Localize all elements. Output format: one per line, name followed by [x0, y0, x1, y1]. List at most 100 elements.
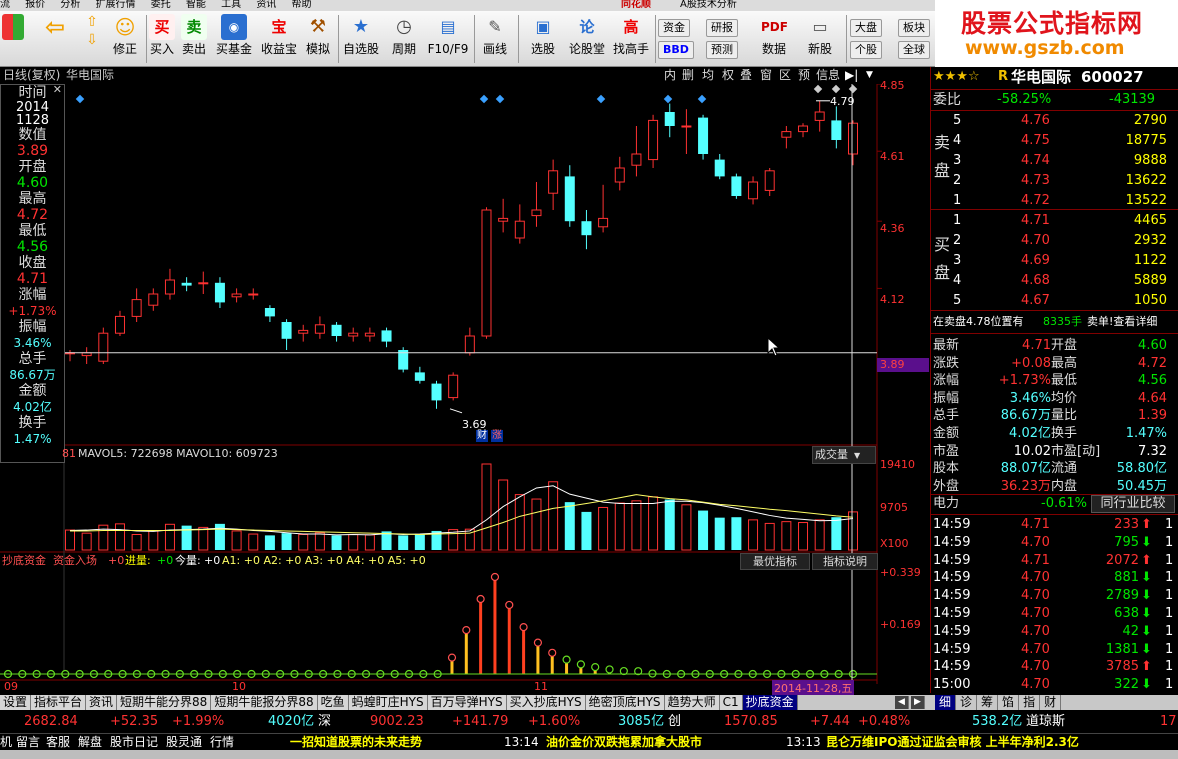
news-headline[interactable]: 油价金价双跌拖累加拿大股市 — [546, 734, 702, 751]
f10-button[interactable]: ▤ F10/F9 — [426, 13, 470, 65]
back-button[interactable]: ⇦ — [38, 13, 72, 65]
tick-row[interactable]: 14:59 4.70 795 ⬇ 1 — [931, 534, 1178, 552]
tab-indicator[interactable]: 买入抄底HYS — [506, 695, 586, 710]
ask-row[interactable]: 1 4.72 13522 — [931, 192, 1178, 210]
fund-flow-button[interactable]: 资金 — [658, 19, 690, 37]
menu-item[interactable]: 帮助 — [292, 0, 312, 10]
watchlist-button[interactable]: ★ 自选股 — [340, 13, 382, 65]
bid-row[interactable]: 1 4.71 4465 — [931, 212, 1178, 230]
tick-row[interactable]: 14:59 4.70 638 ⬇ 1 — [931, 605, 1178, 623]
chart-btn-inner[interactable]: 内 — [664, 67, 676, 84]
bid-row[interactable]: 4 4.68 5889 — [931, 272, 1178, 290]
bid-row[interactable]: 3 4.69 1122 — [931, 252, 1178, 270]
new-stock-button[interactable]: ▭ 新股 — [802, 13, 838, 65]
data-button[interactable]: PDF 数据 — [756, 13, 792, 65]
dropdown-arrow-icon[interactable]: ▼ — [866, 67, 873, 84]
industry-compare-button[interactable]: 同行业比较 — [1091, 495, 1175, 513]
big-order-notice[interactable]: 在卖盘4.78位置有 8335手 卖单!查看详细 — [931, 313, 1178, 331]
status-item[interactable]: 机 — [0, 734, 12, 751]
chart-btn-overlay[interactable]: 叠 — [740, 67, 752, 84]
stat-row[interactable]: 总手 86.67万 量比 1.39 — [931, 407, 1178, 425]
menu-item[interactable]: 智能 — [186, 0, 206, 10]
menu-item[interactable]: 报价 — [25, 0, 45, 10]
find-master-button[interactable]: 高找高手 — [610, 13, 652, 65]
news-headline[interactable]: 一招知道股票的未来走势 — [290, 734, 422, 751]
close-icon[interactable]: ✕ — [53, 83, 62, 97]
tab-indicator[interactable]: 短期牛能分界88 — [117, 695, 212, 710]
up-down-button[interactable]: ⇧ ⇩ — [80, 13, 104, 65]
period-button[interactable]: ◷ 周期 — [384, 13, 424, 65]
sell-button[interactable]: 卖卖出 — [180, 13, 208, 65]
chart-btn-window[interactable]: 窗 — [760, 67, 772, 84]
forecast-button[interactable]: 预测 — [706, 41, 738, 59]
menu-item[interactable]: 工具 — [221, 0, 241, 10]
tick-row[interactable]: 14:59 4.70 1381 ⬇ 1 — [931, 641, 1178, 659]
tab-indicator-platform[interactable]: 指标平台 — [31, 695, 87, 710]
chart-btn-info[interactable]: 信息 — [816, 67, 840, 84]
tab-scroll-left-icon[interactable]: ◀ — [895, 696, 909, 709]
chart-btn-rights[interactable]: 权 — [722, 67, 734, 84]
tab-indicator[interactable]: 蚂蝗盯庄HYS — [348, 695, 428, 710]
simulate-button[interactable]: ⚒ 模拟 — [302, 13, 334, 65]
stat-row[interactable]: 涨幅 +1.73% 最低 4.56 — [931, 372, 1178, 390]
stat-row[interactable]: 市盈 10.02 市盈[动] 7.32 — [931, 443, 1178, 461]
research-button[interactable]: 研报 — [706, 19, 738, 37]
tick-row[interactable]: 14:59 4.71 2072 ⬆ 1 — [931, 552, 1178, 570]
chart-mode[interactable]: 日线(复权) — [3, 67, 60, 84]
tick-row[interactable]: 14:59 4.70 3785 ⬆ 1 — [931, 658, 1178, 676]
bid-row[interactable]: 5 4.67 1050 — [931, 292, 1178, 310]
rise-badge[interactable]: 涨 — [491, 430, 503, 442]
collapse-arrow-icon[interactable]: ▶| — [845, 67, 858, 84]
chart-btn-forecast[interactable]: 预 — [798, 67, 810, 84]
tab-scroll-right-icon[interactable]: ▶ — [911, 696, 925, 709]
bbd-button[interactable]: BBD — [658, 41, 694, 59]
stat-row[interactable]: 股本 88.07亿 流通 58.80亿 — [931, 460, 1178, 478]
tab-chips[interactable]: 筹 — [977, 695, 999, 710]
forum-button[interactable]: 论论股堂 — [566, 13, 608, 65]
tab-index[interactable]: 指 — [1019, 695, 1041, 710]
tick-row[interactable]: 14:59 4.70 881 ⬇ 1 — [931, 569, 1178, 587]
profit-button[interactable]: 宝收益宝 — [258, 13, 300, 65]
color-grid-button[interactable] — [0, 13, 26, 65]
news-headline[interactable]: 昆仑万维IPO通过证监会审核 上半年净利2.3亿 — [826, 734, 1079, 751]
global-button[interactable]: 全球 — [898, 41, 930, 59]
tab-indicator[interactable]: 短期牛能报分界88 — [211, 695, 318, 710]
stat-row[interactable]: 涨跌 +0.08 最高 4.72 — [931, 355, 1178, 373]
chart-btn-delete[interactable]: 删 — [682, 67, 694, 84]
stat-row[interactable]: 金额 4.02亿 换手 1.47% — [931, 425, 1178, 443]
tab-indicator[interactable]: 趋势大师 — [664, 695, 720, 710]
indicator-select[interactable]: 成交量 ▼ — [812, 446, 876, 464]
stock-button[interactable]: 个股 — [850, 41, 882, 59]
tab-indicator[interactable]: C1 — [719, 695, 743, 710]
tab-finance[interactable]: 财 — [1040, 695, 1062, 710]
indicator-help-button[interactable]: 指标说明 — [812, 553, 878, 570]
tab-indicator[interactable]: 百万导弹HYS — [427, 695, 507, 710]
fix-button[interactable]: ☺ 修正 — [108, 13, 142, 65]
status-item[interactable]: 留言 — [16, 734, 40, 751]
stat-row[interactable]: 最新 4.71 开盘 4.60 — [931, 337, 1178, 355]
tab-stock[interactable]: 馅 — [998, 695, 1020, 710]
bid-row[interactable]: 2 4.70 2932 — [931, 232, 1178, 250]
status-item[interactable]: 股市日记 — [110, 734, 158, 751]
stock-picker-button[interactable]: ▣ 选股 — [522, 13, 564, 65]
ask-row[interactable]: 2 4.73 13622 — [931, 172, 1178, 190]
menu-item[interactable]: 扩展行情 — [96, 0, 136, 10]
market-button[interactable]: 大盘 — [850, 19, 882, 37]
tab-indicator[interactable]: 吃鱼 — [317, 695, 349, 710]
status-item[interactable]: 客服 — [46, 734, 70, 751]
draw-line-button[interactable]: ✎ 画线 — [476, 13, 514, 65]
chart-btn-average[interactable]: 均 — [702, 67, 714, 84]
menu-item[interactable]: 资讯 — [256, 0, 276, 10]
status-item[interactable]: 行情 — [210, 734, 234, 751]
menu-item[interactable]: 分析 — [60, 0, 80, 10]
indicator-name[interactable]: 抄底资金 — [2, 553, 46, 568]
tab-indicator[interactable]: 绝密顶底HYS — [585, 695, 665, 710]
best-indicator-button[interactable]: 最优指标 — [740, 553, 810, 570]
status-item[interactable]: 股灵通 — [166, 734, 202, 751]
tab-settings[interactable]: 设置 — [0, 695, 32, 710]
menu-item[interactable]: 流 — [0, 0, 10, 10]
ask-row[interactable]: 5 4.76 2790 — [931, 112, 1178, 130]
tab-detail[interactable]: 细 — [935, 695, 957, 710]
finance-badge[interactable]: 财 — [476, 430, 488, 442]
tick-row[interactable]: 14:59 4.71 233 ⬆ 1 — [931, 516, 1178, 534]
